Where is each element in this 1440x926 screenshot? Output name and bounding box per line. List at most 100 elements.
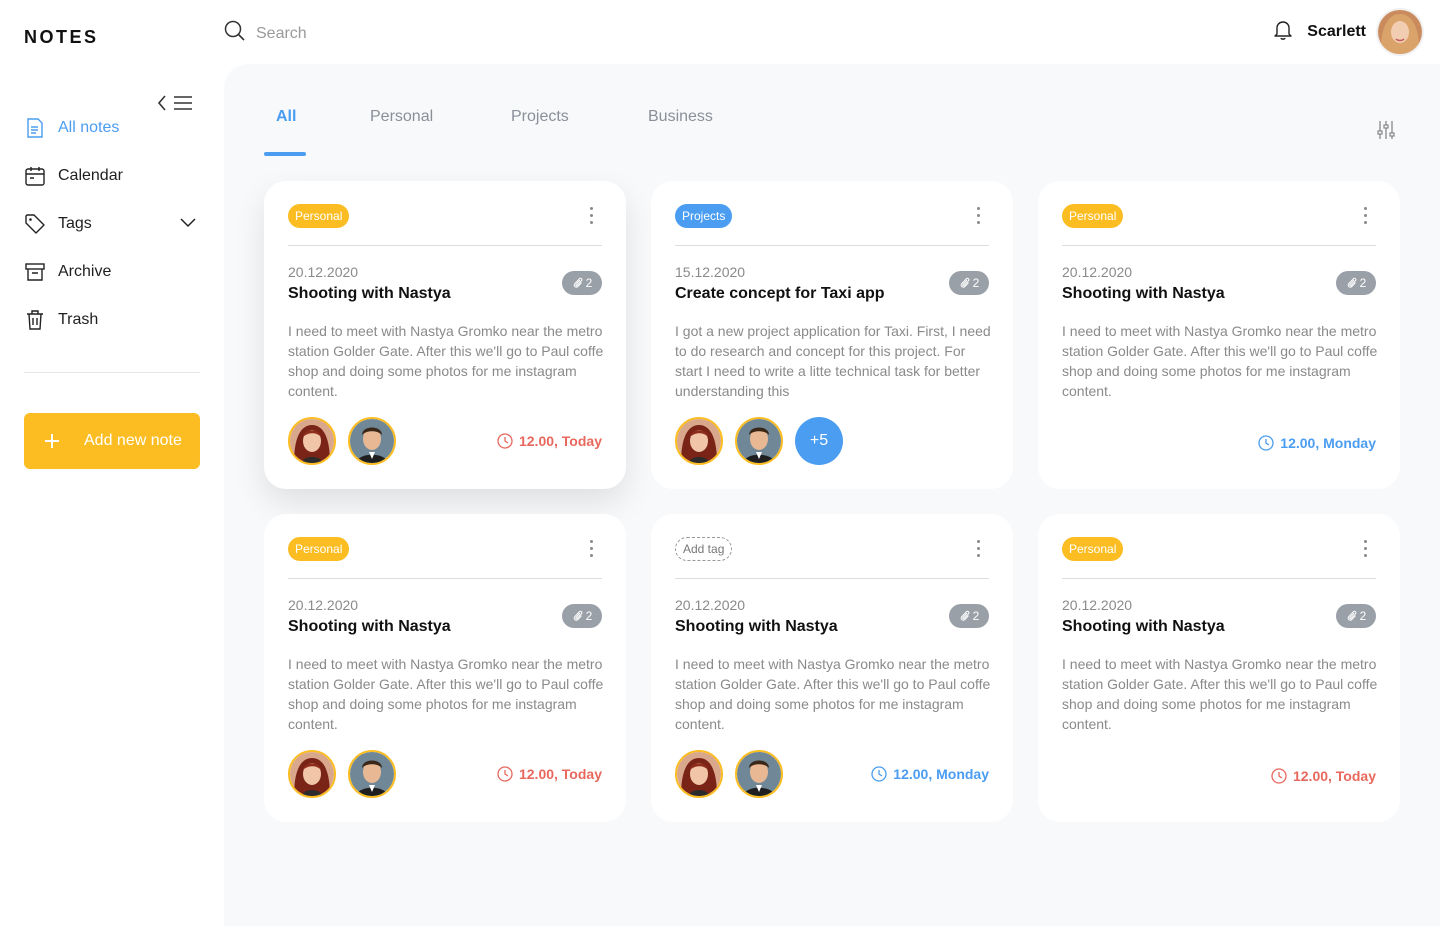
note-date: 20.12.2020 <box>1062 597 1133 613</box>
more-options-icon[interactable] <box>1360 207 1370 227</box>
attachment-count: 2 <box>1359 609 1367 623</box>
search-input[interactable] <box>256 24 556 43</box>
tab-projects[interactable]: Projects <box>511 108 569 126</box>
more-options-icon[interactable] <box>973 207 983 227</box>
clock-icon <box>497 766 513 782</box>
sidebar-item-tags[interactable]: Tags <box>24 200 200 248</box>
tag-badge[interactable]: Personal <box>1062 204 1124 228</box>
note-card[interactable]: Personal 20.12.2020 Shooting with Nastya… <box>264 181 626 489</box>
note-time: 12.00, Monday <box>871 766 989 782</box>
calendar-icon <box>24 165 46 187</box>
attachment-badge[interactable]: 2 <box>562 271 602 295</box>
tab-personal[interactable]: Personal <box>370 108 433 126</box>
note-card[interactable]: Personal 20.12.2020 Shooting with Nastya… <box>1038 514 1400 822</box>
note-title: Shooting with Nastya <box>1062 618 1225 635</box>
participant-avatar[interactable] <box>675 750 723 798</box>
trash-icon <box>24 309 46 331</box>
card-divider <box>1062 245 1376 246</box>
more-options-icon[interactable] <box>1360 540 1370 560</box>
tag-badge[interactable]: Projects <box>675 204 733 228</box>
clock-icon <box>1271 768 1287 784</box>
more-options-icon[interactable] <box>586 207 596 227</box>
attachment-count: 2 <box>585 609 593 623</box>
more-participants-button[interactable]: +5 <box>795 417 843 465</box>
add-tag-button[interactable]: Add tag <box>675 537 733 561</box>
note-title: Create concept for Taxi app <box>675 285 885 302</box>
paperclip-icon <box>1347 277 1357 288</box>
notes-app: NOTES All notes Calendar Tags Archive Tr… <box>0 0 1440 926</box>
note-time-label: 12.00, Today <box>518 433 602 449</box>
card-divider <box>675 578 989 579</box>
attachment-badge[interactable]: 2 <box>1336 271 1376 295</box>
participant-avatar[interactable] <box>735 750 783 798</box>
tag-badge[interactable]: Personal <box>288 537 350 561</box>
attachment-badge[interactable]: 2 <box>949 271 989 295</box>
sidebar-item-label: Trash <box>58 311 99 328</box>
paperclip-icon <box>960 610 970 621</box>
username[interactable]: Scarlett <box>1307 23 1366 41</box>
participants <box>675 750 783 798</box>
app-logo: NOTES <box>24 27 99 47</box>
participants <box>288 750 396 798</box>
participant-avatar[interactable] <box>348 417 396 465</box>
participant-avatar[interactable] <box>348 750 396 798</box>
note-card[interactable]: Personal 20.12.2020 Shooting with Nastya… <box>1038 181 1400 489</box>
more-options-icon[interactable] <box>973 540 983 560</box>
note-date: 20.12.2020 <box>675 597 746 613</box>
search-bar[interactable] <box>224 20 556 47</box>
more-options-icon[interactable] <box>586 540 596 560</box>
tag-badge[interactable]: Personal <box>1062 537 1124 561</box>
attachment-badge[interactable]: 2 <box>949 604 989 628</box>
attachment-count: 2 <box>972 276 980 290</box>
note-date: 20.12.2020 <box>288 264 359 280</box>
note-time-label: 12.00, Today <box>1292 768 1376 784</box>
add-new-note-button[interactable]: Add new note <box>24 413 200 469</box>
note-card[interactable]: Projects 15.12.2020 Create concept for T… <box>651 181 1013 489</box>
note-card[interactable]: Personal 20.12.2020 Shooting with Nastya… <box>264 514 626 822</box>
add-new-note-label: Add new note <box>84 432 182 449</box>
participant-avatar[interactable] <box>735 417 783 465</box>
active-tab-indicator <box>264 152 306 156</box>
paperclip-icon <box>960 277 970 288</box>
filter-sliders-icon[interactable] <box>1376 120 1396 145</box>
archive-icon <box>24 261 46 283</box>
tag-badge[interactable]: Personal <box>288 204 350 228</box>
note-body: I need to meet with Nastya Gromko near t… <box>288 656 604 732</box>
card-divider <box>288 245 602 246</box>
sidebar-item-calendar[interactable]: Calendar <box>24 152 200 200</box>
attachment-count: 2 <box>1359 276 1367 290</box>
participant-avatar[interactable] <box>288 417 336 465</box>
note-card[interactable]: Add tag 20.12.2020 Shooting with Nastya … <box>651 514 1013 822</box>
sidebar-item-label: Archive <box>58 263 112 280</box>
tab-all[interactable]: All <box>276 108 296 126</box>
sidebar: NOTES All notes Calendar Tags Archive Tr… <box>0 0 224 926</box>
note-time: 12.00, Monday <box>1258 435 1376 451</box>
note-time-label: 12.00, Monday <box>893 766 989 782</box>
search-icon <box>224 20 246 47</box>
user-avatar[interactable] <box>1376 8 1424 56</box>
note-date: 20.12.2020 <box>288 597 359 613</box>
note-body: I need to meet with Nastya Gromko near t… <box>1062 323 1378 399</box>
plus-icon <box>44 433 60 449</box>
chevron-down-icon[interactable] <box>180 215 196 233</box>
sidebar-item-label: Tags <box>58 215 92 232</box>
note-time: 12.00, Today <box>1271 768 1376 784</box>
paperclip-icon <box>573 610 583 621</box>
note-date: 15.12.2020 <box>675 264 746 280</box>
note-body: I need to meet with Nastya Gromko near t… <box>288 323 604 399</box>
main-content: All Personal Projects Business Personal … <box>224 64 1440 926</box>
sidebar-divider <box>24 372 200 373</box>
sidebar-nav: All notes Calendar Tags Archive Trash <box>24 104 200 344</box>
participant-avatar[interactable] <box>288 750 336 798</box>
sidebar-item-archive[interactable]: Archive <box>24 248 200 296</box>
sidebar-item-trash[interactable]: Trash <box>24 296 200 344</box>
sidebar-item-all-notes[interactable]: All notes <box>24 104 200 152</box>
attachment-badge[interactable]: 2 <box>1336 604 1376 628</box>
note-time: 12.00, Today <box>497 766 602 782</box>
attachment-badge[interactable]: 2 <box>562 604 602 628</box>
tab-business[interactable]: Business <box>648 108 713 126</box>
bell-icon[interactable] <box>1273 19 1293 46</box>
tag-icon <box>24 213 46 235</box>
participant-avatar[interactable] <box>675 417 723 465</box>
note-body: I got a new project application for Taxi… <box>675 323 991 399</box>
